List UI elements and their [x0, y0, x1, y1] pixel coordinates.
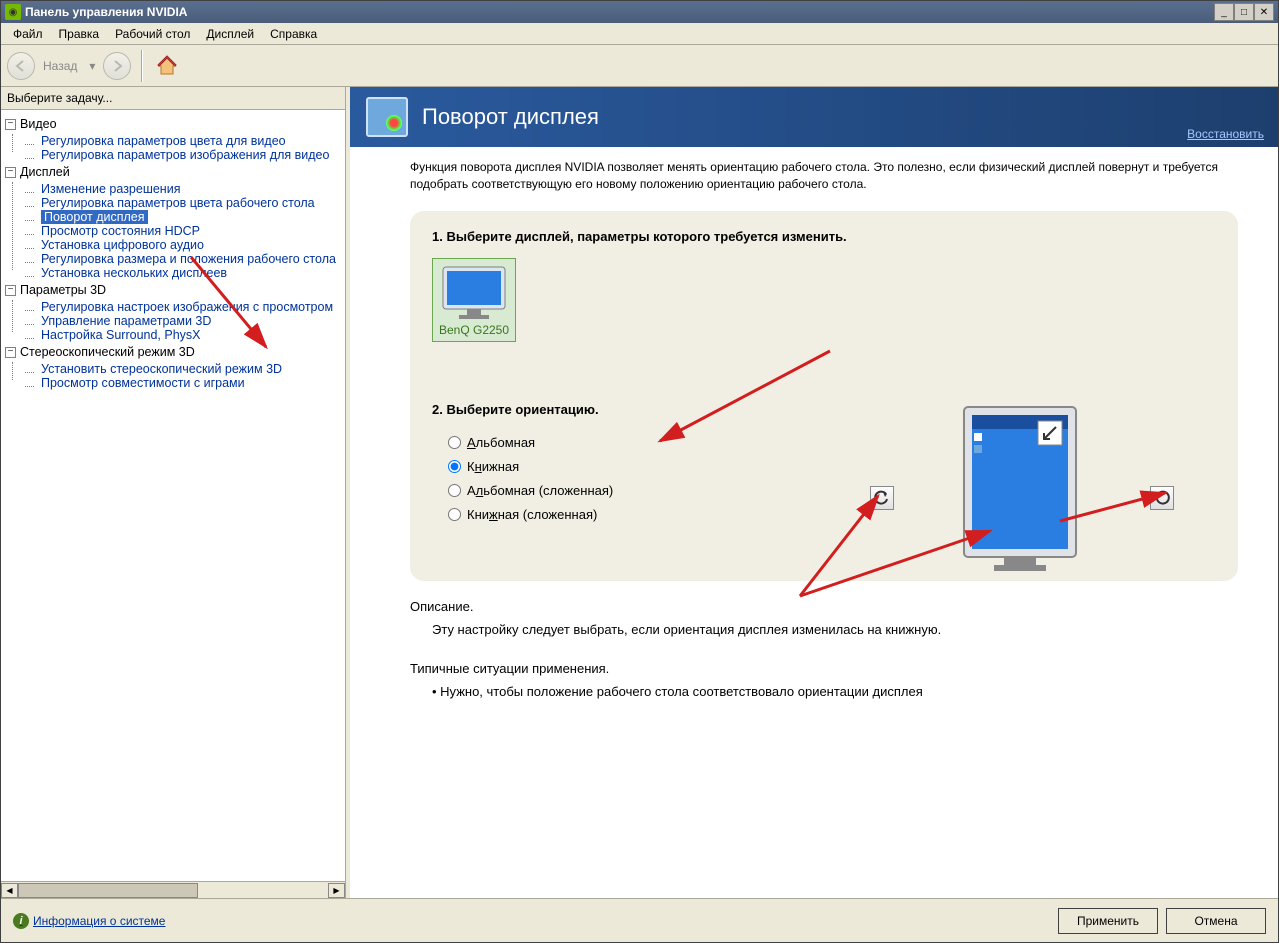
sidebar-item-rotate-display[interactable]: Поворот дисплея — [25, 210, 345, 224]
restore-link[interactable]: Восстановить — [1187, 127, 1264, 141]
toolbar: Назад ▾ — [1, 45, 1278, 87]
tree-cat-stereo[interactable]: −Стереоскопический режим 3D — [5, 342, 345, 362]
sidebar-item-manage-3d[interactable]: Управление параметрами 3D — [25, 314, 345, 328]
system-info-link[interactable]: i Информация о системе — [13, 913, 165, 929]
display-rotate-icon — [366, 97, 408, 137]
scroll-right-button[interactable]: ▶ — [328, 883, 345, 898]
sidebar-item-size-position[interactable]: Регулировка размера и положения рабочего… — [25, 252, 345, 266]
radio-portrait-flipped-input[interactable] — [448, 508, 461, 521]
radio-portrait-flipped-label: Книжная (сложенная) — [467, 507, 597, 522]
sidebar-hscroll[interactable]: ◀ ▶ — [1, 881, 345, 898]
radio-portrait-input[interactable] — [448, 460, 461, 473]
rotate-cw-icon — [1154, 490, 1170, 506]
sidebar-item-video-color[interactable]: Регулировка параметров цвета для видео — [25, 134, 345, 148]
app-window: ◉ Панель управления NVIDIA _ □ ✕ Файл Пр… — [0, 0, 1279, 943]
rotate-ccw-button[interactable] — [870, 486, 894, 510]
rotate-cw-button[interactable] — [1150, 486, 1174, 510]
footer: i Информация о системе Применить Отмена — [1, 898, 1278, 942]
orientation-radios: Альбомная Книжная Альбомная (сложенная) — [432, 431, 1216, 527]
menu-edit[interactable]: Правка — [51, 25, 108, 43]
radio-landscape-flipped[interactable]: Альбомная (сложенная) — [448, 479, 1216, 503]
titlebar[interactable]: ◉ Панель управления NVIDIA _ □ ✕ — [1, 1, 1278, 23]
tree-cat-3d[interactable]: −Параметры 3D — [5, 280, 345, 300]
preview-monitor-icon — [960, 403, 1080, 575]
minimize-button[interactable]: _ — [1214, 3, 1234, 21]
window-buttons: _ □ ✕ — [1214, 3, 1274, 21]
main-body: Функция поворота дисплея NVIDIA позволяе… — [350, 147, 1278, 898]
back-button[interactable] — [7, 52, 35, 80]
system-info-label: Информация о системе — [33, 914, 165, 928]
rotate-ccw-icon — [874, 490, 890, 506]
apply-button[interactable]: Применить — [1058, 908, 1158, 934]
monitor-label: BenQ G2250 — [437, 323, 511, 337]
sidebar-item-digital-audio[interactable]: Установка цифрового аудио — [25, 238, 345, 252]
window-title: Панель управления NVIDIA — [25, 5, 1214, 19]
intro-text: Функция поворота дисплея NVIDIA позволяе… — [410, 159, 1238, 193]
sidebar-item-video-image[interactable]: Регулировка параметров изображения для в… — [25, 148, 345, 162]
step2-title: 2. Выберите ориентацию. — [432, 402, 1216, 417]
sidebar-header: Выберите задачу... — [1, 87, 345, 110]
sidebar-item-stereo-setup[interactable]: Установить стереоскопический режим 3D — [25, 362, 345, 376]
body: Выберите задачу... −Видео Регулировка па… — [1, 87, 1278, 898]
radio-landscape-input[interactable] — [448, 436, 461, 449]
monitor-icon — [437, 263, 511, 321]
info-icon: i — [13, 913, 29, 929]
sidebar-item-hdcp[interactable]: Просмотр состояния HDCP — [25, 224, 345, 238]
scroll-left-button[interactable]: ◀ — [1, 883, 18, 898]
sidebar-item-desktop-color[interactable]: Регулировка параметров цвета рабочего ст… — [25, 196, 345, 210]
sidebar: Выберите задачу... −Видео Регулировка па… — [1, 87, 346, 898]
collapse-icon[interactable]: − — [5, 167, 16, 178]
settings-panel: 1. Выберите дисплей, параметры которого … — [410, 211, 1238, 581]
description-label: Описание. — [410, 599, 1238, 614]
sidebar-item-image-preview[interactable]: Регулировка настроек изображения с просм… — [25, 300, 345, 314]
radio-landscape[interactable]: Альбомная — [448, 431, 1216, 455]
radio-landscape-label: Альбомная — [467, 435, 535, 450]
orientation-preview — [960, 403, 1080, 575]
tree-cat-video[interactable]: −Видео — [5, 114, 345, 134]
menu-desktop[interactable]: Рабочий стол — [107, 25, 198, 43]
maximize-button[interactable]: □ — [1234, 3, 1254, 21]
radio-portrait-label: Книжная — [467, 459, 519, 474]
collapse-icon[interactable]: − — [5, 285, 16, 296]
sidebar-item-stereo-games[interactable]: Просмотр совместимости с играми — [25, 376, 345, 390]
back-label: Назад — [39, 59, 81, 73]
menu-help[interactable]: Справка — [262, 25, 325, 43]
main-panel: Поворот дисплея Восстановить Функция пов… — [350, 87, 1278, 898]
menubar: Файл Правка Рабочий стол Дисплей Справка — [1, 23, 1278, 45]
typical-label: Типичные ситуации применения. — [410, 661, 1238, 676]
menu-file[interactable]: Файл — [5, 25, 51, 43]
close-button[interactable]: ✕ — [1254, 3, 1274, 21]
cancel-button[interactable]: Отмена — [1166, 908, 1266, 934]
radio-landscape-flipped-label: Альбомная (сложенная) — [467, 483, 613, 498]
back-arrow-icon — [14, 59, 28, 73]
monitor-selection[interactable]: BenQ G2250 — [432, 258, 516, 342]
task-tree: −Видео Регулировка параметров цвета для … — [1, 110, 345, 881]
toolbar-separator — [141, 50, 143, 82]
home-button[interactable] — [153, 52, 181, 80]
sidebar-item-multimonitor[interactable]: Установка нескольких дисплеев — [25, 266, 345, 280]
menu-display[interactable]: Дисплей — [198, 25, 262, 43]
description-text: Эту настройку следует выбрать, если орие… — [410, 622, 1238, 637]
description-section: Описание. Эту настройку следует выбрать,… — [410, 599, 1238, 699]
collapse-icon[interactable]: − — [5, 119, 16, 130]
home-icon — [156, 55, 178, 77]
back-dropdown-icon[interactable]: ▾ — [85, 59, 99, 73]
sidebar-item-resolution[interactable]: Изменение разрешения — [25, 182, 345, 196]
collapse-icon[interactable]: − — [5, 347, 16, 358]
main-header: Поворот дисплея Восстановить — [350, 87, 1278, 147]
scroll-thumb[interactable] — [18, 883, 198, 898]
tree-cat-display[interactable]: −Дисплей — [5, 162, 345, 182]
typical-bullet: Нужно, чтобы положение рабочего стола со… — [410, 684, 1238, 699]
radio-portrait-flipped[interactable]: Книжная (сложенная) — [448, 503, 1216, 527]
step1-title: 1. Выберите дисплей, параметры которого … — [432, 229, 1216, 244]
sidebar-item-surround[interactable]: Настройка Surround, PhysX — [25, 328, 345, 342]
nvidia-icon: ◉ — [5, 4, 21, 20]
radio-portrait[interactable]: Книжная — [448, 455, 1216, 479]
forward-button[interactable] — [103, 52, 131, 80]
page-title: Поворот дисплея — [422, 104, 1262, 130]
forward-arrow-icon — [110, 59, 124, 73]
radio-landscape-flipped-input[interactable] — [448, 484, 461, 497]
